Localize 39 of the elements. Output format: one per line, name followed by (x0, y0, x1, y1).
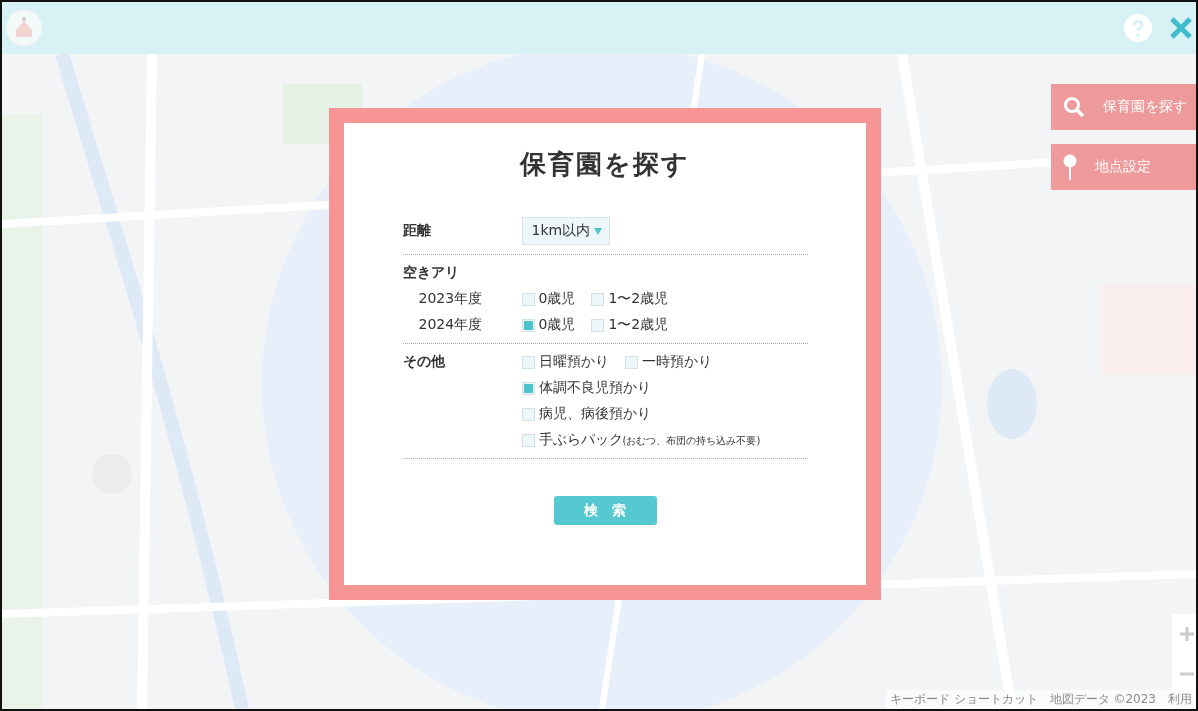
field-label: 距離 (402, 222, 432, 240)
year-label: 2024年度 (417, 316, 484, 334)
plus-icon (1180, 627, 1194, 641)
help-icon[interactable] (1124, 14, 1152, 42)
map-action-button[interactable]: 保育園を探す (1051, 84, 1196, 130)
option-label: 体調不良児預かり (538, 379, 651, 397)
option-label: 一時預かり (641, 353, 712, 371)
option-label: 手ぶらパック(おむつ、布団の持ち込み不要) (538, 431, 761, 449)
section-label: その他 (402, 353, 446, 371)
search-icon (1063, 96, 1085, 118)
checkbox[interactable] (591, 292, 605, 306)
close-icon[interactable] (1170, 17, 1192, 39)
option-label: 1〜2歳児 (608, 316, 669, 334)
option-label: 日曜預かり (538, 353, 609, 371)
option-label: 病児、病後預かり (538, 405, 651, 423)
checkbox[interactable] (521, 292, 535, 306)
checkbox[interactable] (521, 381, 535, 395)
caret-icon (593, 227, 602, 235)
map-attribution: 利用 (1168, 691, 1192, 708)
checkbox[interactable] (624, 355, 638, 369)
checkbox[interactable] (521, 433, 535, 447)
option-label: 0歳児 (538, 290, 576, 308)
option-label: 0歳児 (538, 316, 576, 334)
checkbox[interactable] (521, 318, 535, 332)
dialog-title: 保育園を探す (520, 148, 690, 181)
checkbox[interactable] (521, 355, 535, 369)
year-label: 2023年度 (417, 290, 484, 308)
map-attribution[interactable]: キーボード ショートカット (889, 691, 1038, 708)
checkbox[interactable] (521, 407, 535, 421)
map-attribution: 地図データ ©2023 (1049, 691, 1156, 708)
search-button[interactable]: 検 索 (553, 496, 657, 525)
distance-dropdown[interactable]: 1km以内 (521, 217, 610, 245)
option-label: 1〜2歳児 (608, 290, 669, 308)
map-action-button[interactable]: 地点設定 (1051, 144, 1196, 190)
house-logo-icon (6, 10, 42, 46)
section-label: 空きアリ (402, 264, 460, 282)
pin-icon (1063, 154, 1077, 180)
minus-icon (1180, 672, 1194, 676)
checkbox[interactable] (591, 318, 605, 332)
